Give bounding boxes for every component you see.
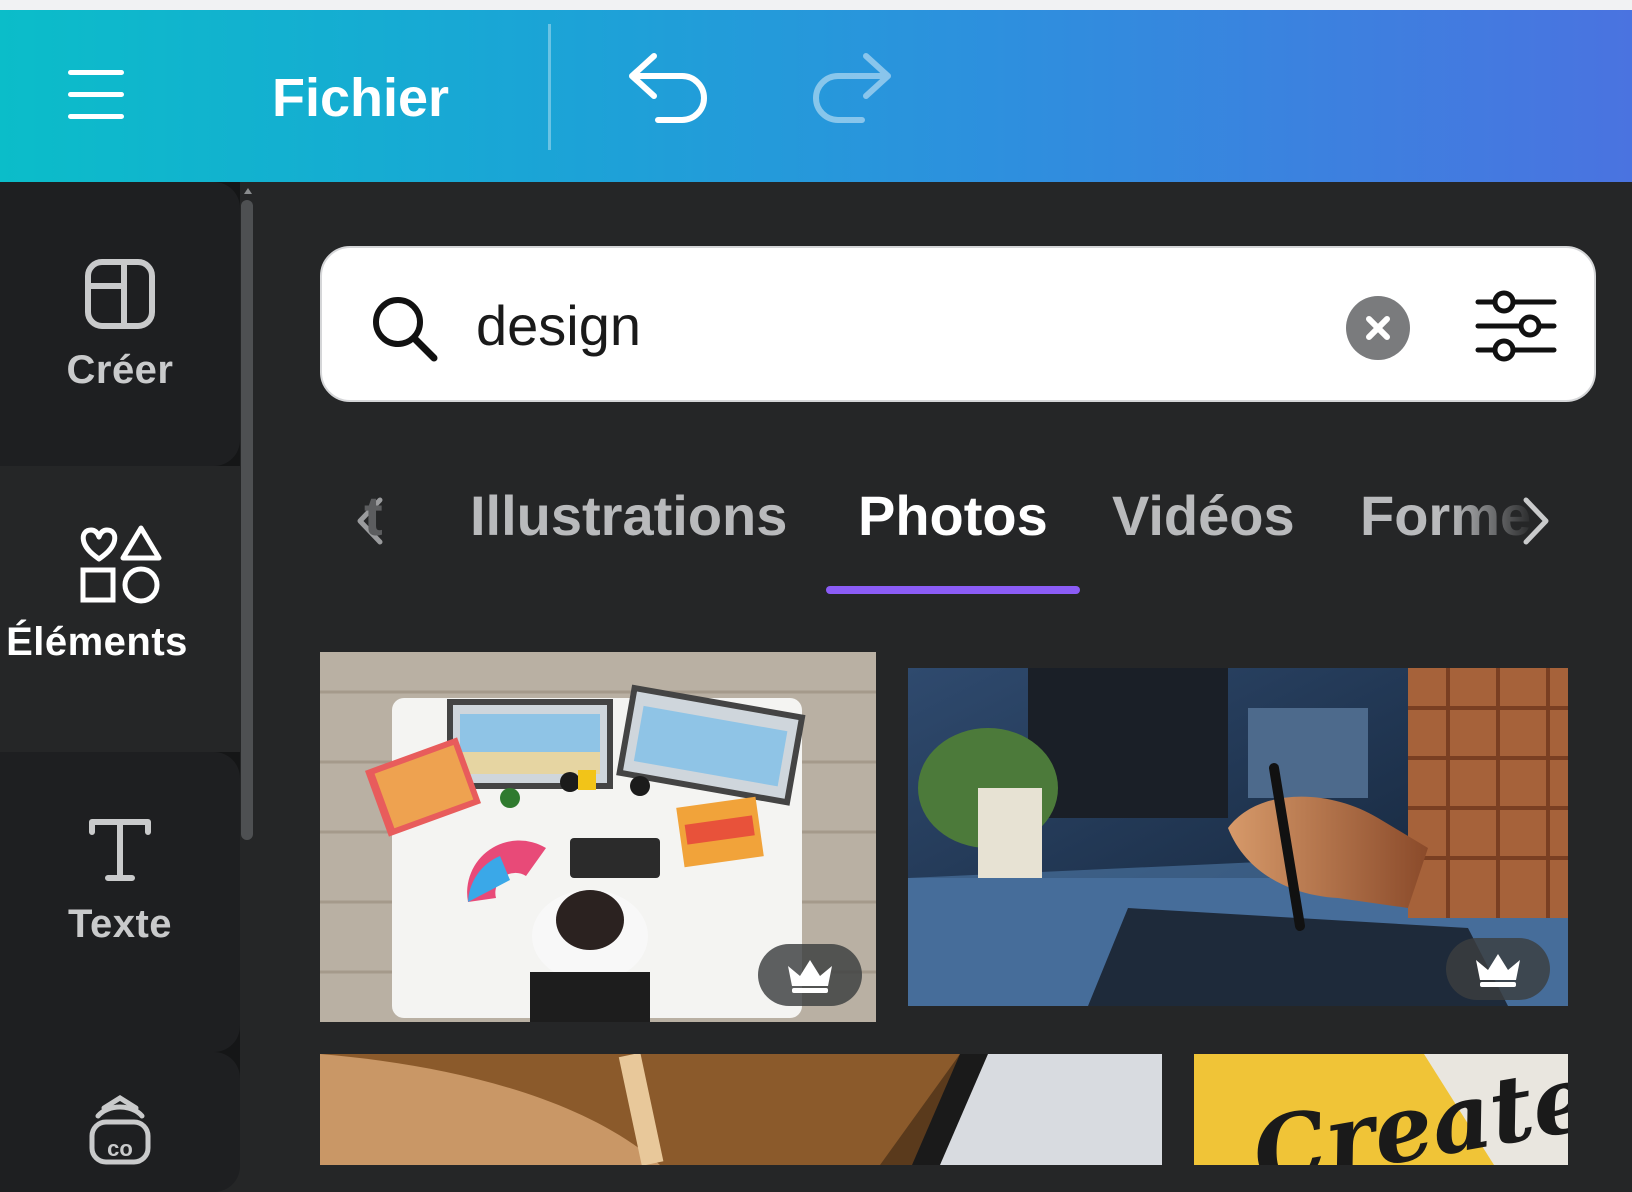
sidebar-item-text[interactable]: Texte — [0, 752, 240, 1052]
left-rail: Créer Éléments Texte co — [0, 182, 240, 1192]
category-tabs: t Illustrations Photos Vidéos Forme — [320, 470, 1600, 600]
tab-videos[interactable]: Vidéos — [1112, 476, 1295, 556]
search-icon — [373, 297, 438, 362]
svg-text:co: co — [107, 1136, 133, 1161]
tab-partial-left: t — [364, 484, 383, 547]
editor-header: Fichier — [0, 10, 1632, 182]
tab-photos[interactable]: Photos — [858, 476, 1048, 556]
search-bar[interactable] — [320, 246, 1596, 402]
photo-hand-notebook — [320, 1054, 1162, 1165]
scroll-up-arrow[interactable] — [244, 188, 252, 194]
photo-result[interactable] — [320, 1054, 1162, 1165]
chevron-right-icon[interactable] — [1500, 486, 1570, 556]
text-icon — [89, 819, 151, 881]
photo-create-lettering: Create — [1194, 1054, 1568, 1165]
photo-result[interactable] — [908, 668, 1568, 1006]
header-divider — [548, 24, 551, 150]
sidebar-item-label: Éléments — [6, 620, 188, 664]
tab-illustrations[interactable]: Illustrations — [470, 476, 787, 556]
crown-icon — [1476, 954, 1520, 987]
shapes-icon — [80, 525, 162, 604]
filter-sliders-icon[interactable] — [1474, 284, 1558, 368]
sidebar-scrollbar[interactable] — [241, 200, 253, 840]
photo-result[interactable] — [320, 652, 876, 1022]
brand-icon: co — [89, 1095, 151, 1165]
sidebar-item-create[interactable]: Créer — [0, 182, 240, 466]
crown-icon — [788, 960, 832, 993]
search-input[interactable] — [476, 282, 1096, 368]
active-tab-indicator — [826, 586, 1080, 594]
sidebar-item-label: Créer — [66, 348, 174, 392]
premium-badge — [758, 944, 862, 1006]
layout-icon — [85, 259, 155, 329]
window-top-strip — [0, 0, 1632, 10]
sidebar-item-brand[interactable]: co — [0, 1052, 240, 1192]
hamburger-menu-icon[interactable] — [58, 60, 138, 130]
redo-arrow-icon[interactable] — [800, 46, 900, 142]
sidebar-item-elements[interactable]: Éléments — [0, 466, 240, 752]
file-menu-button[interactable]: Fichier — [272, 58, 449, 138]
undo-arrow-icon[interactable] — [620, 46, 720, 142]
sidebar-item-label: Texte — [67, 902, 173, 946]
premium-badge — [1446, 938, 1550, 1000]
clear-icon[interactable] — [1346, 296, 1410, 360]
photo-result[interactable]: Create — [1194, 1054, 1568, 1165]
